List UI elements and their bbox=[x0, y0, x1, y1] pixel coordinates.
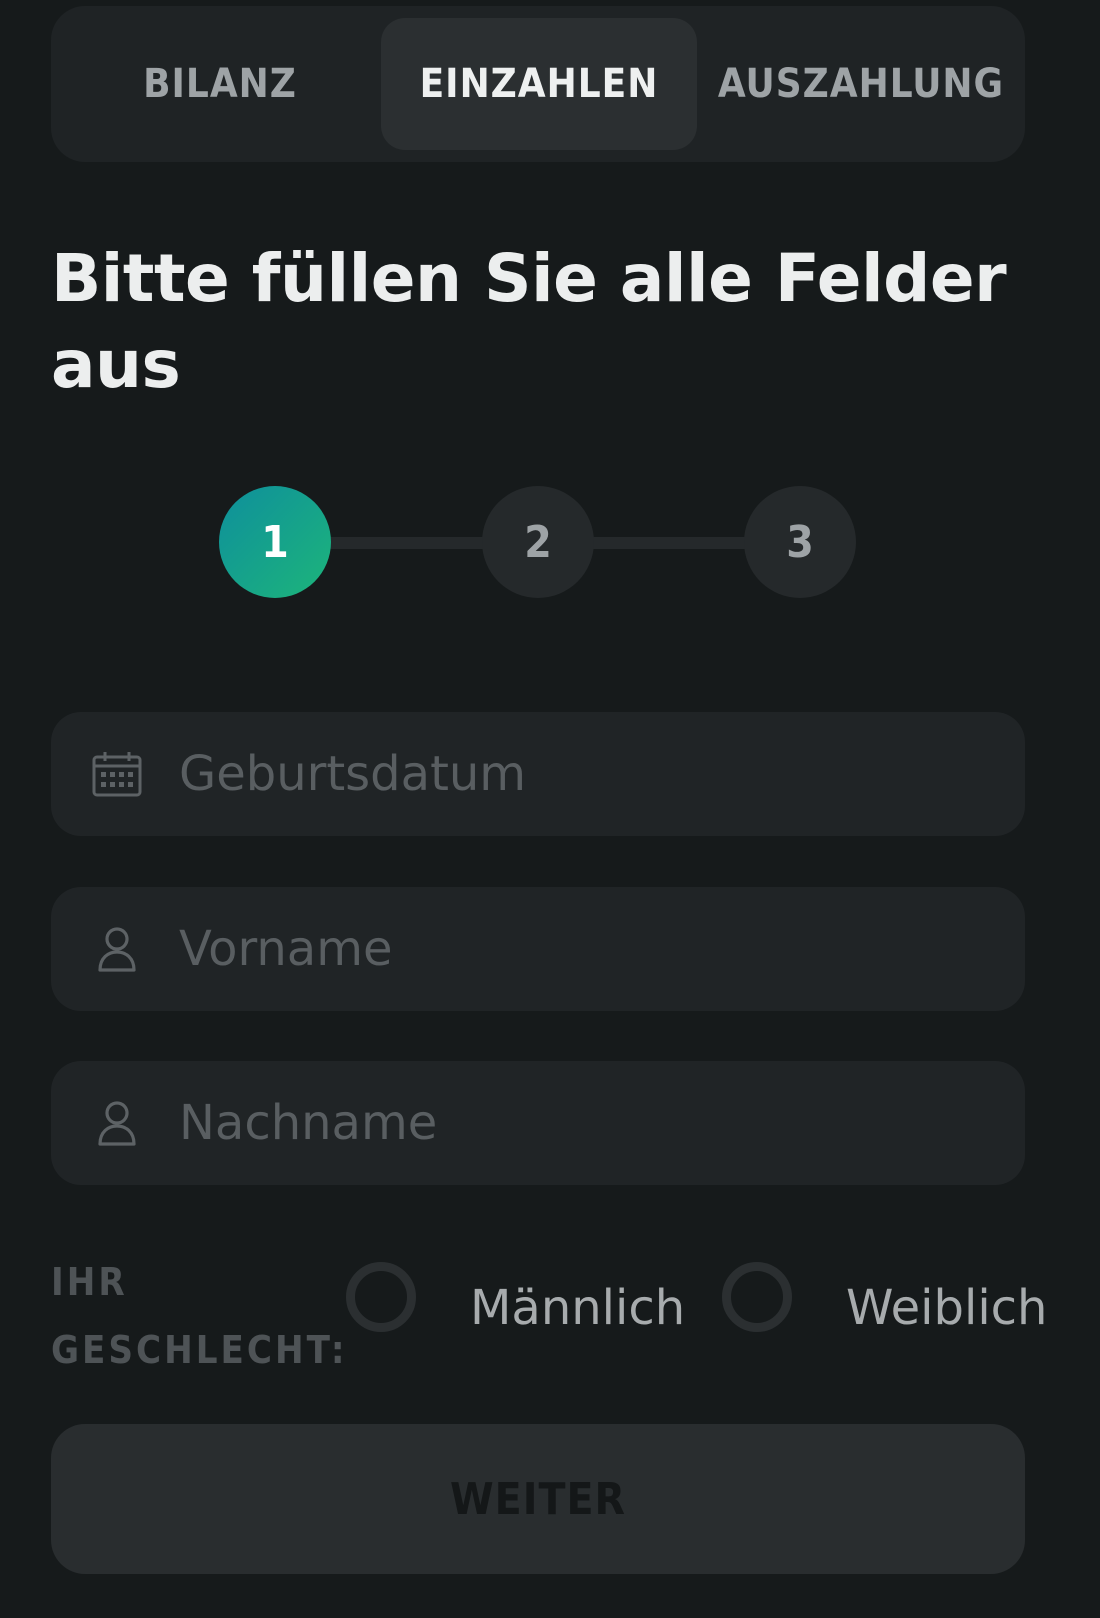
gender-label: IHR GESCHLECHT: bbox=[51, 1260, 348, 1372]
gender-female-label[interactable]: Weiblich bbox=[846, 1280, 1047, 1336]
tab-bilanz[interactable]: BILANZ bbox=[51, 18, 389, 150]
form-heading: Bitte füllen Sie alle Felder aus bbox=[51, 240, 1007, 403]
calendar-icon bbox=[91, 749, 143, 799]
gender-male-label[interactable]: Männlich bbox=[470, 1280, 685, 1336]
last-name-input[interactable] bbox=[179, 1061, 999, 1185]
step-connector bbox=[590, 537, 750, 549]
user-icon bbox=[91, 1098, 143, 1148]
step-3: 3 bbox=[744, 486, 856, 598]
first-name-input[interactable] bbox=[179, 887, 999, 1011]
continue-button[interactable]: WEITER bbox=[51, 1424, 1025, 1574]
step-2: 2 bbox=[482, 486, 594, 598]
step-1: 1 bbox=[219, 486, 331, 598]
birthdate-field-container bbox=[51, 712, 1025, 836]
tab-einzahlen[interactable]: EINZAHLEN bbox=[381, 18, 697, 150]
tab-bar: BILANZ EINZAHLEN AUSZAHLUNG bbox=[51, 6, 1025, 162]
gender-female-radio[interactable] bbox=[722, 1262, 792, 1332]
first-name-field-container bbox=[51, 887, 1025, 1011]
last-name-field-container bbox=[51, 1061, 1025, 1185]
gender-male-radio[interactable] bbox=[346, 1262, 416, 1332]
step-connector bbox=[320, 537, 490, 549]
user-icon bbox=[91, 924, 143, 974]
tab-auszahlung[interactable]: AUSZAHLUNG bbox=[697, 18, 1025, 150]
birthdate-input[interactable] bbox=[179, 712, 999, 836]
